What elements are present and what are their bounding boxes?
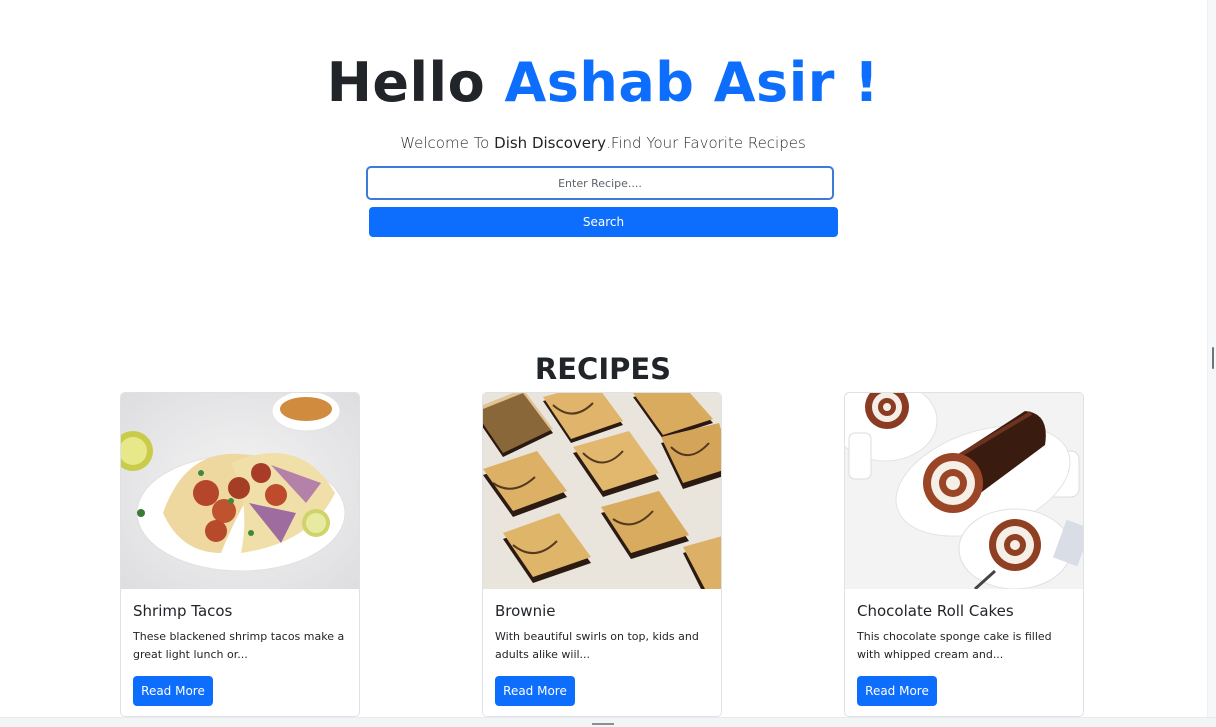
brownie-photo bbox=[483, 393, 721, 589]
card-description: With beautiful swirls on top, kids and a… bbox=[495, 630, 699, 661]
greeting-text: Hello bbox=[326, 51, 505, 114]
card-title: Shrimp Tacos bbox=[133, 602, 233, 620]
read-more-button[interactable]: Read More bbox=[857, 676, 937, 706]
read-more-button[interactable]: Read More bbox=[133, 676, 213, 706]
page: Hello Ashab Asir ! Welcome To Dish Disco… bbox=[0, 0, 1216, 727]
card-description: This chocolate sponge cake is filled wit… bbox=[857, 630, 1052, 661]
page-title: Hello Ashab Asir ! bbox=[0, 50, 1206, 116]
chocolate-roll-cake-photo bbox=[845, 393, 1083, 589]
user-name: Ashab Asir ! bbox=[504, 51, 880, 114]
recipes-heading: RECIPES bbox=[534, 352, 672, 386]
recipe-card-brownie: Brownie With beautiful swirls on top, ki… bbox=[482, 392, 722, 717]
card-body: Shrimp Tacos These blackened shrimp taco… bbox=[121, 601, 359, 664]
search-button[interactable]: Search bbox=[369, 207, 838, 237]
vertical-scrollbar[interactable] bbox=[1207, 0, 1216, 718]
horizontal-scrollbar[interactable] bbox=[0, 717, 1216, 727]
recipe-card-shrimp-tacos: Shrimp Tacos These blackened shrimp taco… bbox=[120, 392, 360, 717]
recipe-search-input[interactable] bbox=[366, 166, 834, 200]
card-title: Chocolate Roll Cakes bbox=[857, 602, 1014, 620]
welcome-suffix: .Find Your Favorite Recipes bbox=[606, 134, 806, 152]
vertical-scrollbar-thumb[interactable] bbox=[1212, 347, 1214, 369]
read-more-button[interactable]: Read More bbox=[495, 676, 575, 706]
card-title: Brownie bbox=[495, 602, 556, 620]
horizontal-scrollbar-thumb[interactable] bbox=[592, 723, 614, 725]
brand-name: Dish Discovery bbox=[494, 134, 607, 152]
shrimp-tacos-photo bbox=[121, 393, 359, 589]
card-description: These blackened shrimp tacos make a grea… bbox=[133, 630, 345, 661]
welcome-prefix: Welcome To bbox=[400, 134, 495, 152]
recipe-card-chocolate-roll-cakes: Chocolate Roll Cakes This chocolate spon… bbox=[844, 392, 1084, 717]
welcome-text: Welcome To Dish Discovery.Find Your Favo… bbox=[0, 132, 1206, 154]
card-body: Chocolate Roll Cakes This chocolate spon… bbox=[845, 601, 1083, 664]
card-body: Brownie With beautiful swirls on top, ki… bbox=[483, 601, 721, 664]
